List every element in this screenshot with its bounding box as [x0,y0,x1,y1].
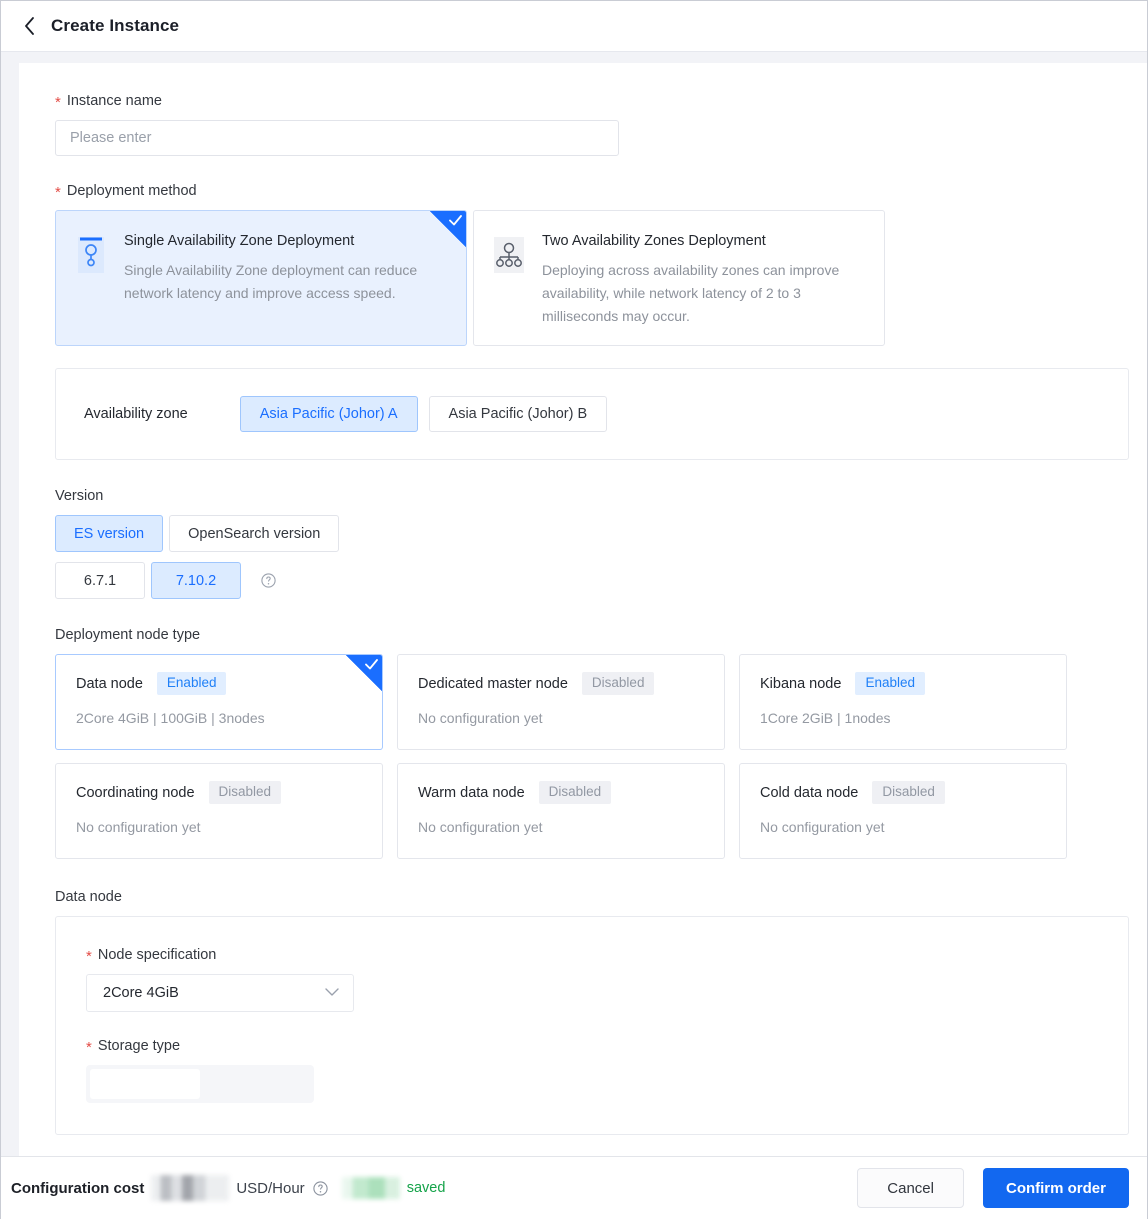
deployment-option-single-az[interactable]: Single Availability Zone Deployment Sing… [55,210,467,347]
storage-type-label: * Storage type [86,1038,1128,1057]
node-card-cold-data-node[interactable]: Cold data node Disabled No configuration… [739,763,1067,860]
storage-type-segmented-control [86,1065,314,1104]
deployment-method-options: Single Availability Zone Deployment Sing… [55,210,1129,347]
page-header: Create Instance [1,1,1147,52]
instance-name-label-text: Instance name [66,93,162,109]
data-node-panel: * Node specification 2Core 4GiB * Storag… [55,916,1129,1136]
status-badge: Disabled [581,672,655,695]
node-card-name: Kibana node [760,675,842,692]
node-specification-value: 2Core 4GiB [103,985,179,1002]
multi-zone-tree-icon [492,233,526,273]
node-card-summary: No configuration yet [418,818,543,835]
question-circle-icon[interactable] [313,1180,328,1196]
status-badge: Disabled [208,781,282,804]
availability-zone-section: Availability zone Asia Pacific (Johor) A… [55,368,1129,461]
deployment-option-title: Two Availability Zones Deployment [542,233,766,249]
node-card-warm-data-node[interactable]: Warm data node Disabled No configuration… [397,763,725,860]
node-card-name: Warm data node [418,784,525,801]
node-card-summary: No configuration yet [76,818,201,835]
deployment-method-label-text: Deployment method [66,183,197,199]
chevron-down-icon [325,985,339,1001]
selected-check-icon [430,211,466,247]
create-instance-page: Create Instance * Instance name * Deploy… [0,0,1148,1219]
saved-amount-redacted [341,1177,400,1199]
deployment-option-desc: Single Availability Zone deployment can … [124,262,418,302]
data-node-section-label: Data node [55,889,122,906]
version-section: Version ES version OpenSearch version 6.… [55,488,1129,600]
availability-zone-option-b[interactable]: Asia Pacific (Johor) B [428,396,608,433]
version-engine-opensearch[interactable]: OpenSearch version [169,515,340,553]
page-title: Create Instance [51,16,180,35]
deployment-method-label: * Deployment method [55,183,1129,201]
configuration-cost-label: Configuration cost [11,1179,145,1197]
storage-type-option-2[interactable] [200,1069,310,1099]
node-card-name: Data node [76,675,143,692]
status-badge: Enabled [156,672,227,695]
configuration-cost-value-redacted [151,1175,230,1201]
configuration-cost-unit: USD/Hour [236,1179,305,1197]
question-circle-icon[interactable] [261,573,276,589]
required-marker: * [55,184,61,201]
deployment-option-title: Single Availability Zone Deployment [124,233,355,249]
version-number-options: 6.7.1 7.10.2 [55,562,1129,600]
node-card-coordinating-node[interactable]: Coordinating node Disabled No configurat… [55,763,383,860]
node-specification-label-text: Node specification [97,947,217,964]
node-card-summary: 2Core 4GiB | 100GiB | 3nodes [76,709,265,726]
deployment-option-desc: Deploying across availability zones can … [542,262,840,324]
node-specification-label: * Node specification [86,947,1128,966]
node-card-kibana-node[interactable]: Kibana node Enabled 1Core 2GiB | 1nodes [739,654,1067,751]
node-card-name: Cold data node [760,784,859,801]
version-label: Version [55,488,104,505]
node-card-name: Dedicated master node [418,675,568,692]
node-card-summary: No configuration yet [418,709,543,726]
instance-name-input[interactable] [55,120,619,156]
version-number-7-10-2[interactable]: 7.10.2 [151,562,241,600]
chevron-left-icon[interactable] [21,17,37,35]
availability-zone-label: Availability zone [84,406,188,423]
saved-label: saved [406,1180,446,1196]
confirm-order-button[interactable]: Confirm order [982,1168,1129,1208]
node-card-name: Coordinating node [76,784,195,801]
deployment-node-type-grid: Data node Enabled 2Core 4GiB | 100GiB | … [55,654,1129,860]
status-badge: Enabled [855,672,925,695]
footer-bar: Configuration cost USD/Hour saved Cancel… [1,1156,1147,1219]
form-scroll-area[interactable]: * Instance name * Deployment method [1,52,1147,1156]
required-marker: * [55,94,61,111]
storage-type-option-1[interactable] [90,1069,200,1100]
footer-actions: Cancel Confirm order [857,1168,1129,1208]
single-zone-node-icon [74,233,108,273]
node-specification-select[interactable]: 2Core 4GiB [86,974,354,1013]
deployment-node-type-label: Deployment node type [55,627,201,644]
deployment-option-two-az[interactable]: Two Availability Zones Deployment Deploy… [473,210,885,347]
selected-check-icon [346,655,382,692]
node-card-summary: No configuration yet [760,818,885,835]
node-card-data-node[interactable]: Data node Enabled 2Core 4GiB | 100GiB | … [55,654,383,751]
required-marker: * [86,948,92,966]
node-card-dedicated-master-node[interactable]: Dedicated master node Disabled No config… [397,654,725,751]
configuration-cost: Configuration cost USD/Hour saved [11,1175,445,1201]
version-engine-options: ES version OpenSearch version [55,515,1129,553]
instance-name-label: * Instance name [55,93,1129,111]
version-number-6-7-1[interactable]: 6.7.1 [55,562,145,600]
cancel-button[interactable]: Cancel [857,1168,964,1208]
status-badge: Disabled [538,781,612,804]
form-card: * Instance name * Deployment method [19,63,1147,1156]
node-card-summary: 1Core 2GiB | 1nodes [760,709,891,726]
required-marker: * [86,1039,92,1057]
availability-zone-option-a[interactable]: Asia Pacific (Johor) A [239,396,418,433]
availability-zone-options: Asia Pacific (Johor) A Asia Pacific (Joh… [239,396,608,433]
version-engine-es[interactable]: ES version [55,515,164,553]
storage-type-label-text: Storage type [97,1038,181,1055]
status-badge: Disabled [872,781,945,804]
